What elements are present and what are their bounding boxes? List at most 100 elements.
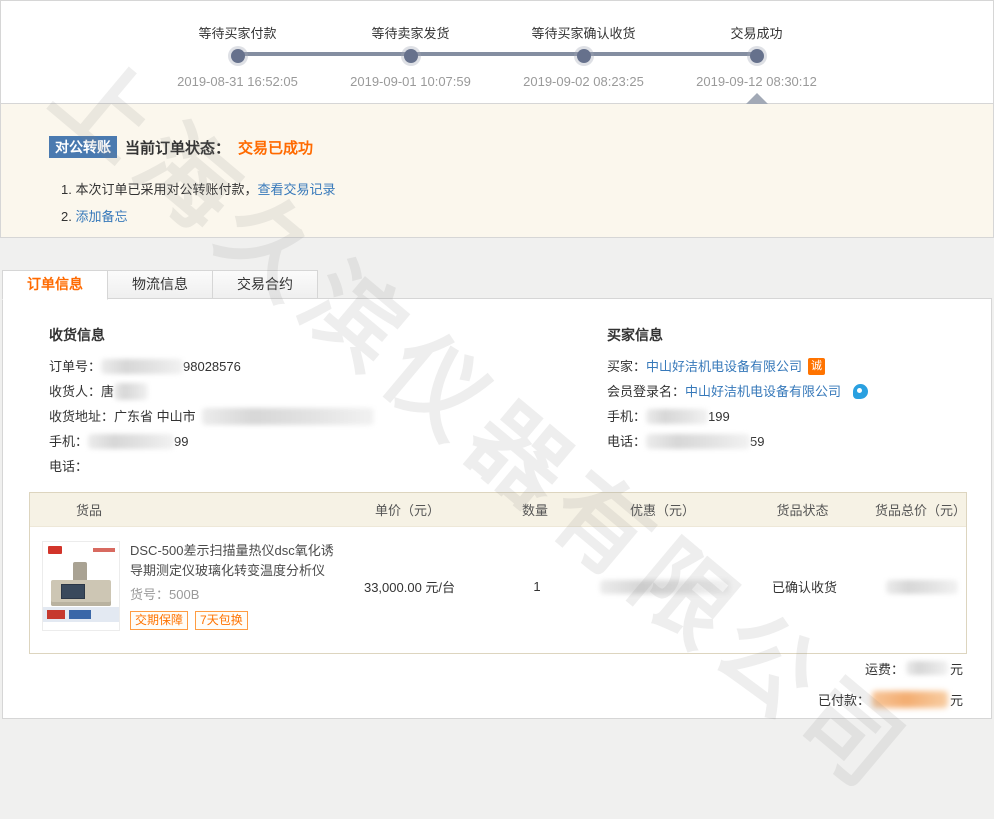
step-timestamp: 2019-09-02 08:23:25 <box>497 74 670 89</box>
buyer-phone-label: 电话： <box>607 429 646 454</box>
quantity-cell: 1 <box>477 579 597 594</box>
order-number-row: 订单号： 98028576 <box>49 354 374 379</box>
step-timestamp: 2019-09-01 10:07:59 <box>324 74 497 89</box>
receiver-mobile-visible: 99 <box>174 429 188 454</box>
redacted-discount <box>600 580 730 594</box>
order-tabs: 订单信息 物流信息 交易合约 <box>2 270 317 300</box>
buyer-info-section: 买家信息 买家： 中山好洁机电设备有限公司 诚 会员登录名： 中山好洁机电设备有… <box>607 325 868 454</box>
timeline-step-paid: 等待买家付款 2019-08-31 16:52:05 <box>151 23 324 89</box>
order-number-label: 订单号： <box>49 354 101 379</box>
item-row: DSC-500差示扫描量热仪dsc氧化诱导期测定仪玻璃化转变温度分析仪 货号：5… <box>30 527 966 653</box>
payment-method-badge: 对公转账 <box>49 136 117 158</box>
item-cell: DSC-500差示扫描量热仪dsc氧化诱导期测定仪玻璃化转变温度分析仪 货号：5… <box>30 541 342 631</box>
item-total-cell <box>877 578 966 594</box>
header-quantity: 数量 <box>475 500 595 519</box>
buyer-mobile-label: 手机： <box>607 404 646 429</box>
buyer-mobile-visible: 199 <box>708 404 730 429</box>
shipping-fee-row: 运费： 元 <box>818 659 963 677</box>
receiver-mobile-row: 手机： 99 <box>49 429 374 454</box>
timeline-step-shipped: 等待卖家发货 2019-09-01 10:07:59 <box>324 23 497 89</box>
receiver-address-label: 收货地址： <box>49 404 114 429</box>
header-item-status: 货品状态 <box>730 500 875 519</box>
item-status-cell: 已确认收货 <box>732 577 877 596</box>
buyer-mobile-row: 手机： 199 <box>607 404 868 429</box>
buyer-name-row: 买家： 中山好洁机电设备有限公司 诚 <box>607 354 868 379</box>
redacted-receiver-name <box>114 383 148 400</box>
step-label: 交易成功 <box>670 23 843 43</box>
redacted-mobile <box>88 434 174 449</box>
trademanager-chat-icon[interactable] <box>853 384 868 399</box>
order-info-panel: 收货信息 订单号： 98028576 收货人： 唐 收货地址： 广东省 中山市 … <box>2 298 992 719</box>
redacted-buyer-mobile <box>646 409 708 424</box>
buyer-login-row: 会员登录名： 中山好洁机电设备有限公司 <box>607 379 868 404</box>
step-label: 等待卖家发货 <box>324 23 497 43</box>
redacted-buyer-phone <box>646 434 750 449</box>
receiver-info-section: 收货信息 订单号： 98028576 收货人： 唐 收货地址： 广东省 中山市 … <box>49 325 374 479</box>
note-text: 2. <box>61 209 75 224</box>
order-status-value: 交易已成功 <box>238 137 313 158</box>
timeline-dot <box>404 49 418 63</box>
redacted-item-total <box>886 580 958 594</box>
buyer-info-title: 买家信息 <box>607 325 868 345</box>
receiver-phone-label: 电话： <box>49 454 88 479</box>
buyer-phone-row: 电话： 59 <box>607 429 868 454</box>
header-unit-price: 单价（元） <box>340 500 475 519</box>
receiver-mobile-label: 手机： <box>49 429 88 454</box>
receiver-phone-row: 电话： <box>49 454 374 479</box>
tab-order-info[interactable]: 订单信息 <box>2 270 108 300</box>
receiver-name-row: 收货人： 唐 <box>49 379 374 404</box>
redacted-order-number <box>101 359 183 374</box>
status-note: 1. 本次订单已采用对公转账付款，查看交易记录 <box>61 176 993 203</box>
redacted-shipping-fee <box>906 661 948 675</box>
receiver-info-title: 收货信息 <box>49 325 374 345</box>
buyer-company-link[interactable]: 中山好洁机电设备有限公司 <box>646 354 802 379</box>
step-timestamp: 2019-09-12 08:30:12 <box>670 74 843 89</box>
currency-unit: 元 <box>950 659 963 678</box>
timeline-dot <box>231 49 245 63</box>
product-info: DSC-500差示扫描量热仪dsc氧化诱导期测定仪玻璃化转变温度分析仪 货号：5… <box>130 541 342 631</box>
order-number-visible: 98028576 <box>183 354 241 379</box>
step-timestamp: 2019-08-31 16:52:05 <box>151 74 324 89</box>
step-label: 等待买家付款 <box>151 23 324 43</box>
header-discount: 优惠（元） <box>595 500 730 519</box>
timeline-step-confirm-receipt: 等待买家确认收货 2019-09-02 08:23:25 <box>497 23 670 89</box>
order-items-table: 货品 单价（元） 数量 优惠（元） 货品状态 货品总价（元） DSC-500差示… <box>29 492 967 654</box>
status-notes: 1. 本次订单已采用对公转账付款，查看交易记录 2. 添加备忘 <box>61 176 993 230</box>
receiver-address-row: 收货地址： 广东省 中山市 <box>49 404 374 429</box>
buyer-phone-visible: 59 <box>750 429 764 454</box>
timeline-dot <box>577 49 591 63</box>
login-name-link[interactable]: 中山好洁机电设备有限公司 <box>685 379 841 404</box>
redacted-paid-amount <box>872 691 948 708</box>
credit-cert-icon[interactable]: 诚 <box>808 358 825 375</box>
paid-amount-label: 已付款： <box>818 690 870 709</box>
product-sku: 货号：500B <box>130 584 342 603</box>
timeline-step-success: 交易成功 2019-09-12 08:30:12 <box>670 23 843 89</box>
items-table-header: 货品 单价（元） 数量 优惠（元） 货品状态 货品总价（元） <box>30 493 966 527</box>
order-totals: 运费： 元 已付款： 元 <box>818 659 963 721</box>
receiver-name-visible: 唐 <box>101 379 114 404</box>
step-label: 等待买家确认收货 <box>497 23 670 43</box>
header-item-total: 货品总价（元） <box>875 500 966 519</box>
product-service-tags: 交期保障 7天包换 <box>130 611 342 630</box>
paid-amount-row: 已付款： 元 <box>818 690 963 708</box>
product-title-link[interactable]: DSC-500差示扫描量热仪dsc氧化诱导期测定仪玻璃化转变温度分析仪 <box>130 541 342 581</box>
product-image[interactable] <box>42 541 120 631</box>
redacted-address <box>202 408 374 425</box>
currency-unit: 元 <box>950 690 963 709</box>
note-text: 1. 本次订单已采用对公转账付款， <box>61 182 257 197</box>
order-status-label: 当前订单状态： <box>125 137 230 158</box>
status-note: 2. 添加备忘 <box>61 203 993 230</box>
tab-logistics-info[interactable]: 物流信息 <box>107 270 213 299</box>
delivery-guarantee-tag: 交期保障 <box>130 611 188 630</box>
view-transaction-record-link[interactable]: 查看交易记录 <box>257 182 335 197</box>
seven-day-return-tag: 7天包换 <box>195 611 248 630</box>
buyer-label: 买家： <box>607 354 646 379</box>
order-detail-page: 上海久滨仪器有限公司 等待买家付款 2019-08-31 16:52:05 等待… <box>0 0 994 724</box>
header-item: 货品 <box>30 500 340 519</box>
tab-trade-contract[interactable]: 交易合约 <box>212 270 318 299</box>
timeline-steps: 等待买家付款 2019-08-31 16:52:05 等待卖家发货 2019-0… <box>151 1 843 89</box>
current-step-arrow-icon <box>746 93 768 104</box>
add-memo-link[interactable]: 添加备忘 <box>75 209 127 224</box>
shipping-fee-label: 运费： <box>865 659 904 678</box>
transaction-timeline-panel: 等待买家付款 2019-08-31 16:52:05 等待卖家发货 2019-0… <box>0 0 994 103</box>
